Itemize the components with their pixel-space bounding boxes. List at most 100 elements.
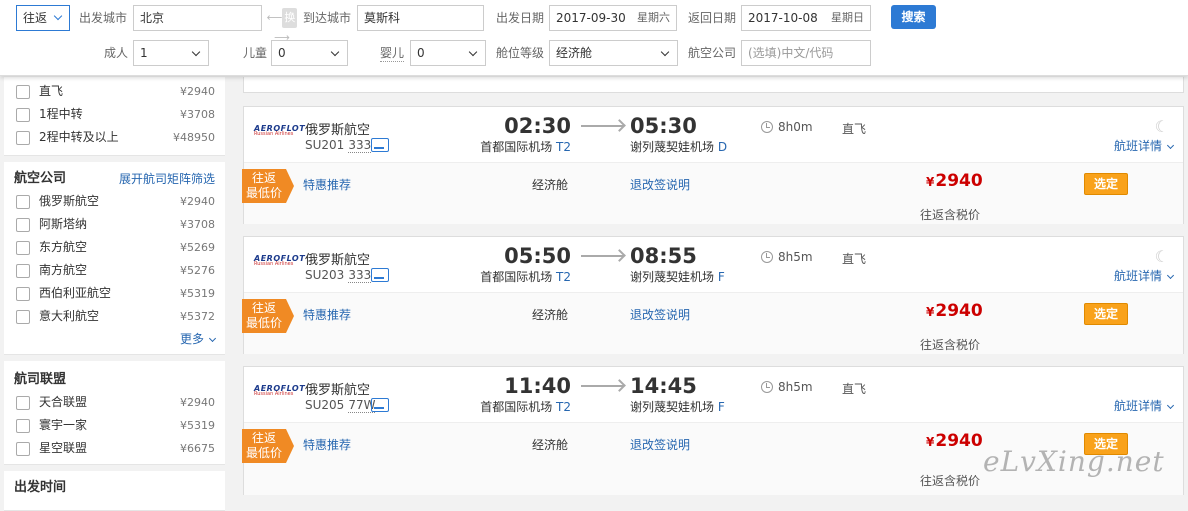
filter-option-airline[interactable]: 东方航空 ¥5269 [14, 236, 215, 259]
arrival: 05:30 谢列蔑契娃机场 D [630, 114, 750, 155]
infant-label: 婴儿 [380, 46, 405, 62]
flight-detail-link[interactable]: 航班详情 [1114, 267, 1175, 284]
checkbox[interactable] [16, 195, 30, 209]
chevron-down-icon [1166, 401, 1175, 410]
to-city-input[interactable]: 莫斯科 [357, 5, 484, 31]
currency: ¥ [926, 435, 935, 449]
option-label: 直飞 [39, 84, 64, 98]
departure-time: 11:40 [504, 374, 571, 398]
filter-option-airline[interactable]: 俄罗斯航空 ¥2940 [14, 190, 215, 213]
filter-option-airline[interactable]: 意大利航空 ¥5372 [14, 305, 215, 328]
aeroflot-logo: AEROFLOT Russian Airlines [254, 124, 305, 142]
select-button[interactable]: 选定 [1084, 173, 1128, 195]
option-label: 西伯利亚航空 [39, 286, 112, 300]
swap-cities-button[interactable]: ⟵ 换⟶ [266, 8, 298, 44]
airline-name: 俄罗斯航空 [305, 383, 371, 398]
option-label: 星空联盟 [39, 441, 88, 455]
airline-label: 航空公司 [688, 46, 737, 60]
checkbox[interactable] [16, 264, 30, 278]
detail-label: 航班详情 [1113, 139, 1162, 153]
filter-option-alliance[interactable]: 星空联盟 ¥6675 [14, 437, 215, 460]
child-select[interactable]: 0 [271, 40, 348, 66]
chevron-down-icon [1166, 271, 1175, 280]
arrival-time: 05:30 [630, 114, 697, 138]
checkbox[interactable] [16, 131, 30, 145]
filter-option-airline[interactable]: 南方航空 ¥5276 [14, 259, 215, 282]
more-label: 更多 [179, 332, 204, 346]
moon-icon: ☾ [1154, 247, 1169, 266]
filter-option-alliance[interactable]: 天合联盟 ¥2940 [14, 391, 215, 414]
plane-type-link[interactable]: 333 [348, 138, 372, 153]
adult-select[interactable]: 1 [133, 40, 209, 66]
departure: 02:30 首都国际机场 T2 [479, 114, 571, 155]
checkbox[interactable] [16, 419, 30, 433]
more-airlines-link[interactable]: 更多 [14, 328, 217, 350]
fare-price: ¥2940 [926, 301, 983, 321]
filter-option-one-stop[interactable]: 1程中转 ¥3708 [14, 103, 215, 126]
logo-sub: Russian Airlines [254, 391, 294, 397]
arrival-airport: 谢列蔑契娃机场 [630, 140, 715, 154]
special-offer-link[interactable]: 特惠推荐 [303, 176, 351, 193]
option-price: ¥3708 [180, 218, 215, 231]
checkbox[interactable] [16, 396, 30, 410]
from-city-input[interactable]: 北京 [133, 5, 262, 31]
refund-rules-link[interactable]: 退改签说明 [630, 436, 690, 453]
moon-icon: ☾ [1154, 117, 1169, 136]
refund-rules-link[interactable]: 退改签说明 [630, 306, 690, 323]
filter-option-airline[interactable]: 阿斯塔纳 ¥3708 [14, 213, 215, 236]
select-button[interactable]: 选定 [1084, 303, 1128, 325]
refund-rules-link[interactable]: 退改签说明 [630, 176, 690, 193]
flight-detail-link[interactable]: 航班详情 [1114, 397, 1175, 414]
depart-date-input[interactable]: 2017-09-30 星期六 [549, 5, 677, 31]
filter-sidebar: 直飞 ¥2940 1程中转 ¥3708 2程中转及以上 ¥48950 航空公司 展开航司… [4, 77, 225, 511]
return-date-input[interactable]: 2017-10-08 星期日 [741, 5, 871, 31]
tax-row: 往返含税价 [244, 336, 1183, 354]
checkbox[interactable] [16, 310, 30, 324]
entertainment-icon [371, 268, 389, 282]
checkbox[interactable] [16, 287, 30, 301]
arrival-airport: 谢列蔑契娃机场 [630, 400, 715, 414]
filter-option-alliance[interactable]: 寰宇一家 ¥5319 [14, 414, 215, 437]
checkbox[interactable] [16, 442, 30, 456]
to-city-label: 到达城市 [303, 11, 352, 25]
departure-time: 05:50 [504, 244, 571, 268]
special-offer-link[interactable]: 特惠推荐 [303, 436, 351, 453]
filter-option-airline[interactable]: 西伯利亚航空 ¥5319 [14, 282, 215, 305]
flight-info-row: AEROFLOT Russian Airlines 俄罗斯航空 SU205 77W … [244, 367, 1183, 422]
airline-input[interactable]: (选填)中文/代码 [741, 40, 871, 66]
flight-no: SU205 [305, 398, 345, 412]
option-price: ¥2940 [180, 85, 215, 98]
cabin-class-select[interactable]: 经济舱 [549, 40, 678, 66]
watermark: eLvXing.net [983, 445, 1165, 478]
stop-type: 直飞 [842, 252, 867, 266]
flight-duration: 8h0m [761, 120, 813, 134]
filter-option-direct[interactable]: 直飞 ¥2940 [14, 80, 215, 103]
checkbox[interactable] [16, 108, 30, 122]
expand-airline-matrix-link[interactable]: 展开航司矩阵筛选 [119, 168, 215, 190]
trip-type-select[interactable]: 往返 [16, 5, 70, 31]
duration-text: 8h5m [778, 250, 813, 264]
flight-number: SU203 333 [305, 268, 372, 283]
flight-duration: 8h5m [761, 250, 813, 264]
checkbox[interactable] [16, 218, 30, 232]
flight-detail-link[interactable]: 航班详情 [1113, 137, 1175, 154]
flight-no: SU203 [305, 268, 345, 282]
option-price: ¥2940 [180, 195, 215, 208]
infant-select[interactable]: 0 [410, 40, 486, 66]
fare-cabin: 经济舱 [532, 438, 569, 452]
flight-number: SU205 77W [305, 398, 376, 413]
aeroflot-logo: AEROFLOT Russian Airlines [254, 384, 305, 402]
trip-type-value: 往返 [23, 11, 48, 25]
checkbox[interactable] [16, 85, 30, 99]
sort-tabs-strip [243, 77, 1184, 93]
flight-card: AEROFLOT Russian Airlines 俄罗斯航空 SU201 333 … [242, 106, 1184, 224]
checkbox[interactable] [16, 241, 30, 255]
departure-terminal: T2 [556, 140, 571, 154]
airline-filter: 航空公司 展开航司矩阵筛选 俄罗斯航空 ¥2940 阿斯塔纳 ¥3708 东方航空 ¥5… [4, 162, 225, 355]
filter-option-multi-stop[interactable]: 2程中转及以上 ¥48950 [14, 126, 215, 149]
special-offer-link[interactable]: 特惠推荐 [303, 306, 351, 323]
search-button[interactable]: 搜索 [891, 5, 936, 29]
duration-text: 8h5m [778, 380, 813, 394]
price-value: 2940 [935, 431, 983, 451]
plane-type-link[interactable]: 333 [348, 268, 372, 283]
